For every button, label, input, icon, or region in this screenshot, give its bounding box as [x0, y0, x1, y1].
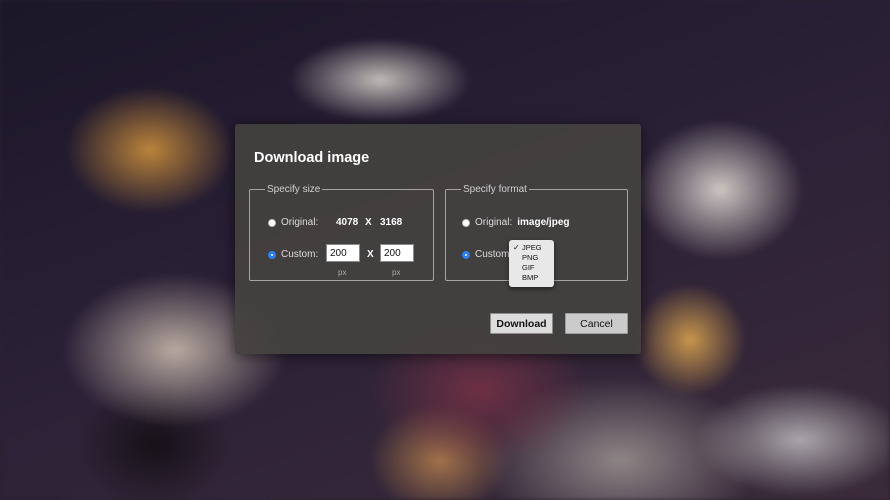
size-original-option[interactable]: Original:	[268, 217, 318, 228]
size-custom-label: Custom:	[281, 249, 319, 260]
specify-format-legend: Specify format	[463, 184, 527, 195]
format-custom-label: Custom:	[475, 249, 513, 260]
height-unit-label: px	[392, 268, 401, 277]
dialog-title: Download image	[254, 150, 370, 166]
format-original-option[interactable]: Original: image/jpeg	[462, 217, 570, 228]
size-separator-custom: X	[367, 249, 374, 260]
format-original-label: Original:	[475, 217, 513, 228]
format-option-label: BMP	[522, 273, 539, 282]
download-button[interactable]: Download	[490, 313, 553, 334]
custom-height-input[interactable]	[380, 244, 414, 262]
format-custom-radio[interactable]	[462, 250, 470, 259]
width-unit-label: px	[338, 268, 347, 277]
format-custom-option[interactable]: Custom:	[462, 249, 512, 260]
download-image-dialog: Download image Specify size Original: 40…	[235, 124, 641, 354]
custom-width-input[interactable]	[326, 244, 360, 262]
format-dropdown-menu[interactable]: ✓ JPEG PNG GIF BMP	[509, 240, 554, 287]
format-original-radio[interactable]	[462, 218, 470, 227]
format-option-gif[interactable]: GIF	[509, 263, 554, 273]
original-height-value: 3168	[380, 217, 403, 228]
size-custom-option[interactable]: Custom:	[268, 249, 318, 260]
size-separator-original: X	[365, 217, 372, 228]
cancel-button[interactable]: Cancel	[565, 313, 628, 334]
size-original-label: Original:	[281, 217, 319, 228]
original-width-value: 4078	[336, 217, 359, 228]
original-mime-value: image/jpeg	[517, 217, 570, 228]
format-option-label: GIF	[522, 263, 535, 272]
size-custom-radio[interactable]	[268, 250, 276, 259]
format-option-png[interactable]: PNG	[509, 253, 554, 263]
format-option-label: JPEG	[522, 243, 542, 252]
checkmark-icon: ✓	[513, 243, 520, 252]
format-option-label: PNG	[522, 253, 539, 262]
size-original-radio[interactable]	[268, 218, 276, 227]
format-option-bmp[interactable]: BMP	[509, 273, 554, 283]
format-option-jpeg[interactable]: ✓ JPEG	[509, 243, 554, 253]
specify-size-legend: Specify size	[267, 184, 321, 195]
specify-size-group: Specify size Original: 4078 X 3168 Custo…	[249, 184, 434, 281]
